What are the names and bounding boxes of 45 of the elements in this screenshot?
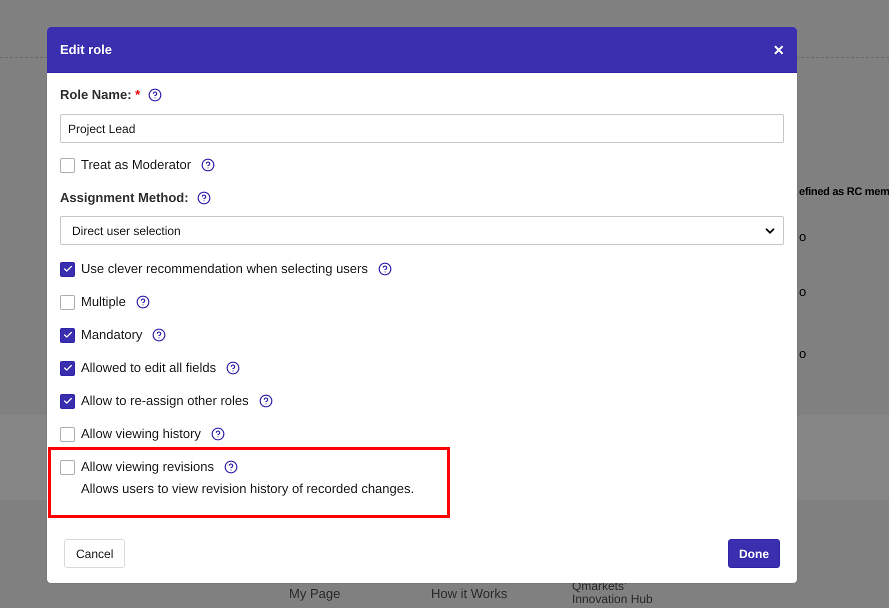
check-icon [62,330,72,340]
table-cell-text: o [799,345,806,363]
checkbox[interactable] [60,328,75,342]
checkbox-label: Treat as Moderator [81,156,192,174]
help-icon[interactable] [210,427,225,441]
footer-link[interactable]: How it Works [431,585,508,602]
help-icon[interactable] [196,191,211,205]
checkbox[interactable] [60,294,75,310]
checkbox-label: Allowed to edit all fields [81,359,216,378]
dialog-title: Edit role [60,41,112,60]
checkbox-label: Mandatory [81,326,142,344]
check-icon [62,264,72,274]
checkbox-label: Multiple [81,293,126,312]
table-cell-text: o [799,283,806,301]
checkbox[interactable] [60,360,75,376]
help-icon[interactable] [152,328,166,342]
check-icon [62,363,72,373]
checkbox-label: Allow viewing revisions [81,458,214,476]
field-label: Role Name: * [60,86,140,104]
help-icon[interactable] [136,295,150,309]
field-label: Assignment Method: [60,189,189,208]
checkbox-label: Use clever recommendation when selecting users [81,260,368,278]
check-icon [62,396,72,406]
help-icon[interactable] [224,460,238,474]
checkbox[interactable] [60,426,75,442]
role-name-field[interactable]: Project Lead [60,114,784,143]
done-button[interactable]: Done [728,539,780,568]
footer-link[interactable]: My Page [289,585,340,602]
checkbox-label: Allow to re-assign other roles [81,392,249,410]
column-heading: efined as RC mem [799,185,889,200]
option-description: Allows users to view revision history of recorded changes. [81,480,416,498]
help-icon[interactable] [226,361,240,375]
help-icon[interactable] [201,158,216,172]
checkbox[interactable] [60,262,75,276]
assignment-select[interactable]: Direct user selection [60,216,784,245]
checkbox[interactable] [60,460,75,474]
checkbox[interactable] [60,394,75,408]
cancel-button[interactable]: Cancel [64,539,126,568]
checkbox[interactable] [60,158,75,172]
close-button[interactable]: × [773,41,784,59]
table-cell-text: o [799,228,806,246]
help-icon[interactable] [378,262,392,276]
checkbox-label: Allow viewing history [81,425,201,444]
help-icon[interactable] [148,88,162,102]
help-icon[interactable] [258,394,273,408]
